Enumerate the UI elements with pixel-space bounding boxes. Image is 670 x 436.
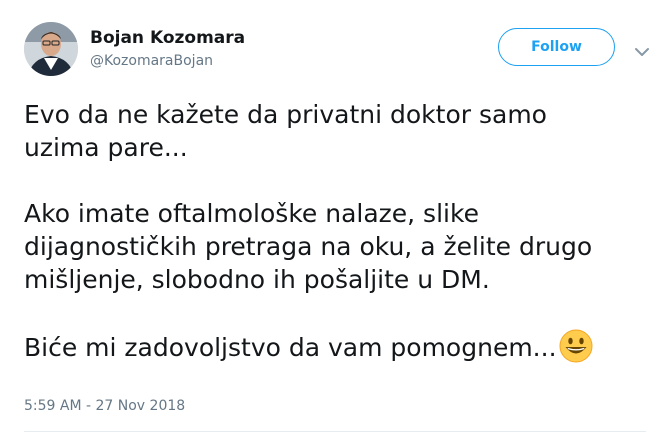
tweet-line-text: Biće mi zadovoljstvo da vam pomognem... [24,333,557,362]
tweet-line: dijagnostičkih pretraga na oku, a želite… [24,232,593,261]
tweet-header: Bojan Kozomara @KozomaraBojan Follow [24,22,649,78]
tweet-card: Bojan Kozomara @KozomaraBojan Follow Evo… [0,0,670,436]
author-names: Bojan Kozomara @KozomaraBojan [90,27,245,71]
tweet-line: Ako imate oftalmološke nalaze, slike [24,199,479,228]
user-handle[interactable]: @KozomaraBojan [90,51,245,71]
tweet-line-last: Biće mi zadovoljstvo da vam pomognem... [24,329,654,364]
avatar[interactable] [24,22,78,76]
follow-button[interactable]: Follow [498,28,615,66]
tweet-text: Evo da ne kažete da privatni doktor samo… [24,98,654,364]
tweet-timestamp[interactable]: 5:59 AM - 27 Nov 2018 [24,396,185,416]
divider [24,431,646,432]
chevron-down-icon[interactable] [635,42,649,56]
tweet-line: uzima pare... [24,133,188,162]
tweet-line: mišljenje, slobodno ih pošaljite u DM. [24,265,490,294]
tweet-line: Evo da ne kažete da privatni doktor samo [24,100,547,129]
display-name[interactable]: Bojan Kozomara [90,27,245,49]
grinning-face-emoji-icon [559,329,593,363]
